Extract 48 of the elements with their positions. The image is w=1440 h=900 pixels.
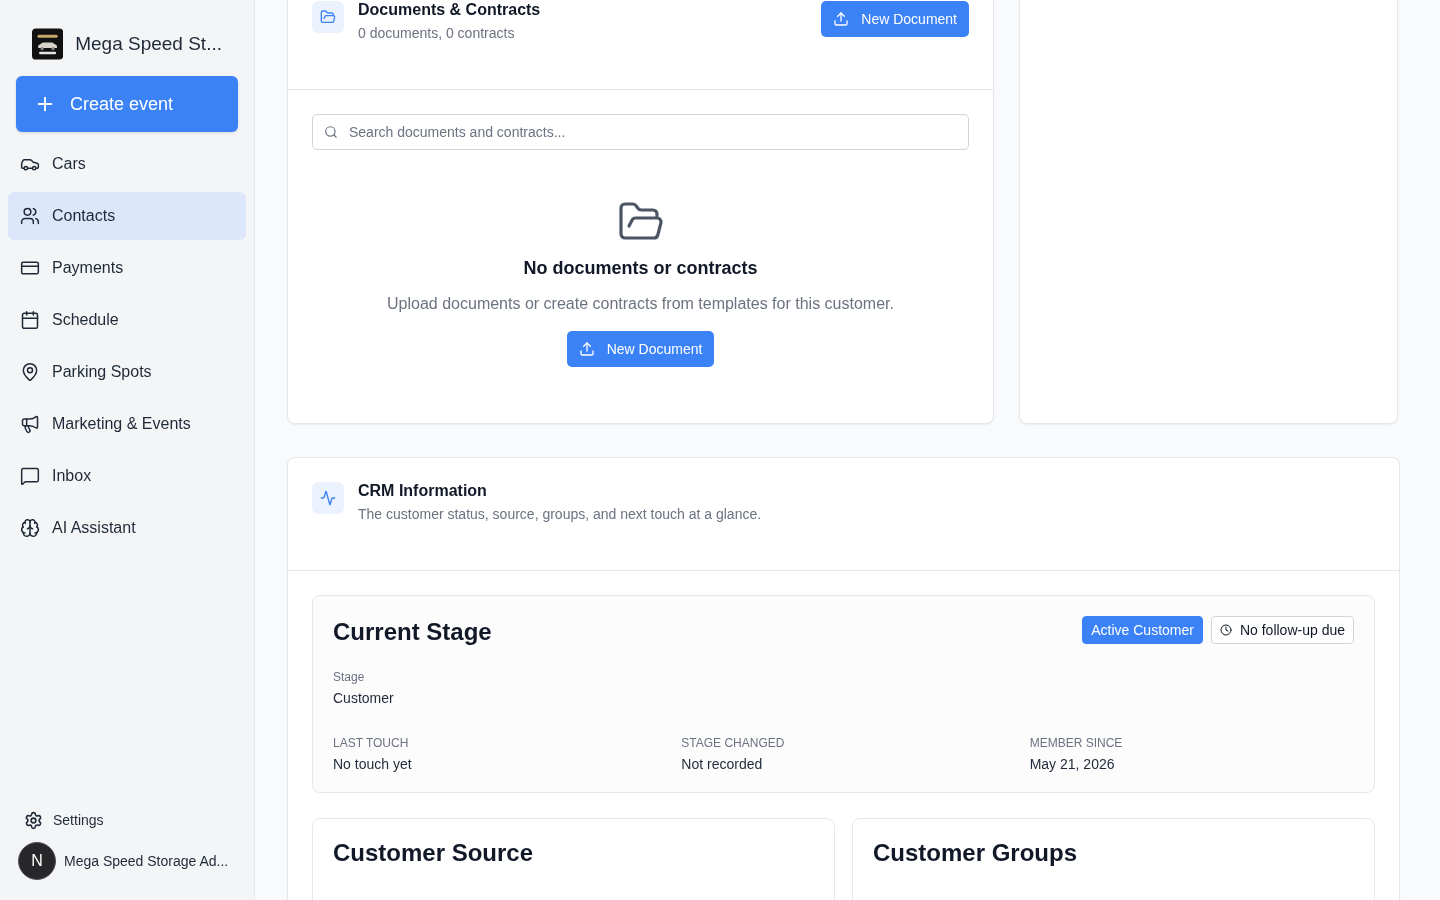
follow-up-badge: No follow-up due: [1210, 616, 1354, 644]
search-field[interactable]: Search documents and contracts...: [312, 114, 969, 150]
card-subtitle: The customer status, source, groups, and next touch at a glance.: [358, 506, 763, 522]
create-event-button[interactable]: Create event: [16, 76, 238, 132]
map-pin-icon: [20, 362, 40, 382]
upload-icon: [833, 11, 850, 27]
empty-text: Upload documents or create contracts from templates for this customer.: [387, 295, 894, 313]
nav-item[interactable]: Cars: [8, 140, 246, 188]
activity-icon: [312, 482, 344, 514]
new-document-button[interactable]: New Document: [821, 1, 969, 37]
field-value: May 21, 2026: [1029, 756, 1116, 772]
nav-item[interactable]: AI Assistant: [8, 504, 246, 552]
card-subtitle: 0 documents, 0 contracts: [358, 25, 516, 41]
upload-icon: [578, 341, 595, 357]
users-icon: [20, 206, 40, 226]
section-title: Customer Groups: [873, 839, 1078, 866]
section-title: Customer Source: [333, 839, 534, 866]
field-label: LAST TOUCH: [333, 736, 410, 750]
card-title: Documents & Contracts: [358, 1, 542, 19]
brain-icon: [20, 518, 40, 538]
card-title: CRM Information: [358, 482, 488, 500]
section-title: Current Stage: [333, 618, 492, 646]
search-icon: [324, 125, 338, 139]
brand-name: Mega Speed St...: [75, 33, 222, 55]
field-label: MEMBER SINCE: [1029, 736, 1124, 750]
new-document-button[interactable]: New Document: [566, 331, 715, 367]
empty-title: No documents or contracts: [523, 258, 758, 279]
megaphone-icon: [20, 414, 40, 434]
nav-item[interactable]: Parking Spots: [8, 348, 246, 396]
card-icon: [20, 258, 40, 278]
field-value: No touch yet: [333, 756, 413, 772]
chat-icon: [20, 466, 40, 486]
nav-item[interactable]: Payments: [8, 244, 246, 292]
nav-item[interactable]: Schedule: [8, 296, 246, 344]
field-label: Stage: [333, 670, 366, 684]
settings-link[interactable]: Settings: [8, 804, 246, 836]
nav-item[interactable]: Marketing & Events: [8, 400, 246, 448]
user-avatar[interactable]: N: [18, 842, 56, 880]
field-label: STAGE CHANGED: [681, 736, 786, 750]
field-value: Not recorded: [681, 756, 764, 772]
user-name: Mega Speed Storage Ad...: [64, 853, 229, 869]
calendar-icon: [20, 310, 40, 330]
field-value: Customer: [333, 690, 395, 706]
folder-icon: [312, 1, 344, 33]
nav-item[interactable]: Contacts: [8, 192, 246, 240]
settings-icon: [24, 810, 43, 830]
nav-item[interactable]: Inbox: [8, 452, 246, 500]
status-badge: Active Customer: [1082, 616, 1203, 644]
